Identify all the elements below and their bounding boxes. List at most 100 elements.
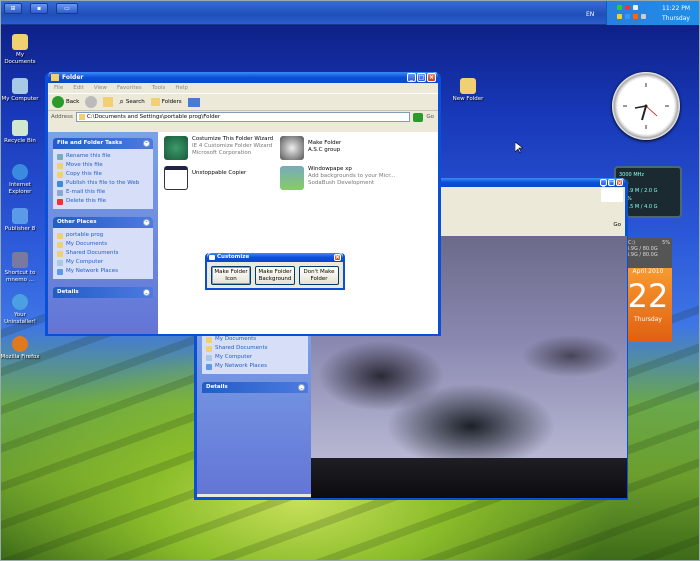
file-item[interactable]: Make Folder A.S.C group: [280, 136, 341, 160]
desktop-icon-publisher[interactable]: Publisher 8: [0, 208, 40, 233]
task-publish[interactable]: Publish this file to the Web: [57, 179, 149, 188]
folders-button[interactable]: Folders: [150, 98, 182, 106]
task-move[interactable]: Move this file: [57, 161, 149, 170]
language-indicator[interactable]: EN: [586, 11, 594, 18]
tray-update-icon[interactable]: [617, 14, 622, 19]
cpu-mhz: 3000 MHz: [619, 172, 645, 178]
desktop-icon-my-documents[interactable]: My Documents: [0, 34, 40, 66]
details-header[interactable]: Details ⌄: [53, 287, 153, 298]
chevron-up-icon[interactable]: ⌃: [143, 140, 150, 147]
dialog-titlebar[interactable]: Customize ×: [207, 253, 343, 262]
tray-app-icon[interactable]: [633, 14, 638, 19]
back-button[interactable]: Back: [52, 96, 79, 108]
menu-view[interactable]: View: [94, 83, 107, 93]
make-folder-icon-button[interactable]: Make Folder Icon: [211, 266, 251, 285]
clock-gadget[interactable]: [612, 72, 680, 140]
details-title: Details: [206, 384, 228, 390]
menu-tools[interactable]: Tools: [152, 83, 166, 93]
background-details-header[interactable]: Details ⌄: [202, 382, 308, 393]
desktop: ⊞ ▪ ▭ EN 11:22 PM Thursday My Documents …: [0, 0, 700, 561]
menu-file[interactable]: File: [54, 83, 63, 93]
desktop-icon-firefox[interactable]: Mozilla Firefox: [0, 336, 40, 361]
place-link[interactable]: Shared Documents: [206, 344, 304, 353]
go-arrow-icon[interactable]: [413, 112, 424, 122]
search-button[interactable]: ⌕ Search: [119, 97, 144, 107]
place-link[interactable]: My Computer: [57, 258, 149, 267]
quicklaunch-desktop-icon[interactable]: ▪: [30, 3, 48, 14]
other-places-header[interactable]: Other Places ⌃: [53, 217, 153, 228]
calendar-month: April 2010: [632, 268, 664, 275]
dialog-close-button[interactable]: ×: [334, 254, 341, 261]
close-button[interactable]: ×: [427, 73, 436, 82]
dont-make-folder-button[interactable]: Don't Make Folder: [299, 266, 339, 285]
place-link[interactable]: My Documents: [57, 240, 149, 249]
background-places-list: My Documents Shared Documents My Compute…: [202, 332, 308, 374]
forward-button[interactable]: [85, 96, 98, 108]
tray-volume-icon[interactable]: [633, 5, 638, 10]
folder-window[interactable]: Folder _ □ × File Edit View Favorites To…: [45, 72, 441, 336]
taskbar-clock[interactable]: 11:22 PM Thursday: [662, 4, 690, 24]
customize-dialog[interactable]: Customize × Make Folder Icon Make Folder…: [205, 253, 345, 290]
desktop-icon-recycle-bin[interactable]: Recycle Bin: [0, 120, 40, 145]
maximize-button[interactable]: □: [608, 179, 615, 187]
calendar-gadget[interactable]: (C:) 5% 3.9G / 80.0G 3.9G / 80.0G April …: [624, 238, 672, 358]
desktop-icon-my-computer[interactable]: My Computer: [0, 78, 40, 103]
address-bar: Address C:\Documents and Settings\portab…: [48, 111, 438, 123]
calendar-date: April 2010 22 Thursday: [624, 268, 672, 342]
make-folder-background-button[interactable]: Make Folder Background: [255, 266, 295, 285]
background-go-button[interactable]: Go: [613, 222, 621, 228]
tray-network-icon[interactable]: [617, 5, 622, 10]
minimize-button[interactable]: _: [600, 179, 607, 187]
desktop-icon-shortcut[interactable]: Shortcut to mnemo ...: [0, 252, 40, 284]
tray-bluetooth-icon[interactable]: [625, 14, 630, 19]
place-link[interactable]: My Documents: [206, 335, 304, 344]
task-pane: File and Folder Tasks ⌃ Rename this file…: [48, 132, 158, 334]
up-button[interactable]: [103, 97, 114, 107]
computer-icon: [206, 354, 212, 361]
computer-icon: [57, 259, 63, 266]
menu-favorites[interactable]: Favorites: [117, 83, 142, 93]
desktop-icon-label: New Folder: [452, 96, 484, 102]
folders-icon: [150, 98, 160, 106]
task-email[interactable]: E-mail this file: [57, 188, 149, 197]
chevron-down-icon[interactable]: ⌄: [298, 384, 305, 391]
desktop-icon-internet-explorer[interactable]: Internet Explorer: [0, 164, 40, 196]
place-link[interactable]: My Network Places: [206, 362, 304, 371]
publish-icon: [57, 180, 63, 187]
minimize-button[interactable]: _: [407, 73, 416, 82]
maximize-button[interactable]: □: [417, 73, 426, 82]
place-link[interactable]: portable prog: [57, 231, 149, 240]
tasks-header[interactable]: File and Folder Tasks ⌃: [53, 138, 153, 149]
go-button[interactable]: Go: [426, 114, 438, 120]
task-copy[interactable]: Copy this file: [57, 170, 149, 179]
search-icon: ⌕: [119, 97, 124, 106]
folder-icon: [57, 232, 63, 239]
file-item[interactable]: Unstoppable Copier: [164, 166, 246, 190]
desktop-icon-uninstaller[interactable]: Your Uninstaller!: [0, 294, 40, 326]
place-link[interactable]: My Network Places: [57, 267, 149, 276]
views-button[interactable]: [187, 97, 200, 107]
chevron-down-icon[interactable]: ⌄: [143, 289, 150, 296]
tray-security-icon[interactable]: [625, 5, 630, 10]
menu-edit[interactable]: Edit: [73, 83, 84, 93]
start-button[interactable]: ⊞: [4, 3, 22, 14]
desktop-icon-label: Your Uninstaller!: [4, 312, 36, 325]
place-link[interactable]: Shared Documents: [57, 249, 149, 258]
chevron-up-icon[interactable]: ⌃: [143, 219, 150, 226]
task-delete[interactable]: Delete this file: [57, 197, 149, 206]
task-rename[interactable]: Rename this file: [57, 152, 149, 161]
menu-help[interactable]: Help: [175, 83, 188, 93]
file-item[interactable]: Windowpape xp Add backgrounds to your Mi…: [280, 166, 395, 190]
tray-monitor-icon[interactable]: [641, 14, 646, 19]
folder-icon: [206, 336, 212, 343]
close-button[interactable]: ×: [616, 179, 623, 187]
address-input[interactable]: C:\Documents and Settings\portable prog\…: [75, 112, 411, 122]
desktop-icon-new-folder[interactable]: New Folder: [448, 78, 488, 103]
quicklaunch-folder-icon[interactable]: ▭: [56, 3, 78, 14]
folder-window-titlebar[interactable]: Folder _ □ ×: [48, 72, 438, 83]
file-item[interactable]: Costumize This Folder Wizard IE 4 Custom…: [164, 136, 273, 160]
place-link[interactable]: My Computer: [206, 353, 304, 362]
copy-icon: [57, 171, 63, 178]
folder-icon: [57, 250, 63, 257]
place-label: My Network Places: [215, 363, 267, 369]
